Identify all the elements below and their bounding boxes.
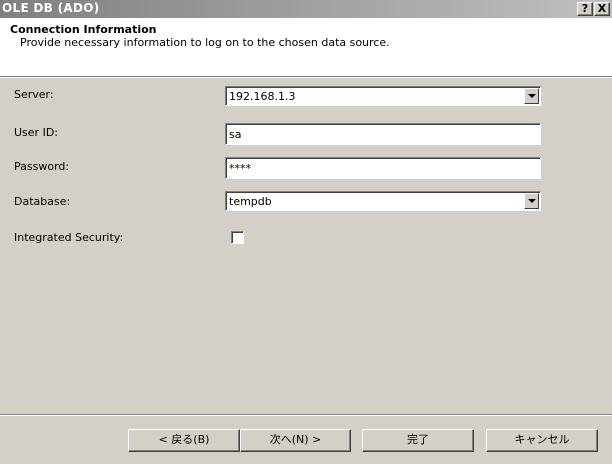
back-button[interactable]: < 戻る(B) bbox=[128, 429, 240, 452]
user-id-value: sa bbox=[229, 128, 242, 141]
user-id-field[interactable]: sa bbox=[225, 123, 541, 145]
finish-button[interactable]: 完了 bbox=[362, 429, 474, 452]
help-button[interactable]: ? bbox=[577, 2, 593, 16]
database-label: Database: bbox=[14, 195, 71, 208]
server-label: Server: bbox=[14, 88, 54, 101]
window-title: OLE DB (ADO) bbox=[2, 1, 100, 15]
integrated-security-checkbox[interactable] bbox=[231, 231, 244, 244]
title-bar: OLE DB (ADO) ? X bbox=[0, 0, 612, 18]
server-dropdown-icon[interactable] bbox=[524, 88, 539, 104]
header-description: Provide necessary information to log on … bbox=[20, 36, 390, 49]
server-value: 192.168.1.3 bbox=[229, 90, 296, 103]
password-label: Password: bbox=[14, 160, 70, 173]
footer-separator bbox=[0, 414, 612, 416]
database-dropdown-icon[interactable] bbox=[524, 193, 539, 209]
server-combobox[interactable]: 192.168.1.3 bbox=[225, 86, 541, 106]
header-title: Connection Information bbox=[10, 23, 157, 36]
close-button[interactable]: X bbox=[594, 2, 610, 16]
cancel-button[interactable]: キャンセル bbox=[486, 429, 598, 452]
user-id-label: User ID: bbox=[14, 126, 58, 139]
close-icon: X bbox=[597, 2, 607, 15]
help-icon: ? bbox=[581, 2, 589, 15]
password-field[interactable]: **** bbox=[225, 157, 541, 179]
integrated-security-label: Integrated Security: bbox=[14, 231, 124, 244]
wizard-header: Connection Information Provide necessary… bbox=[0, 18, 612, 78]
next-button[interactable]: 次へ(N) > bbox=[240, 429, 351, 452]
database-value: tempdb bbox=[229, 195, 272, 208]
database-combobox[interactable]: tempdb bbox=[225, 191, 541, 211]
password-value: **** bbox=[229, 162, 251, 175]
